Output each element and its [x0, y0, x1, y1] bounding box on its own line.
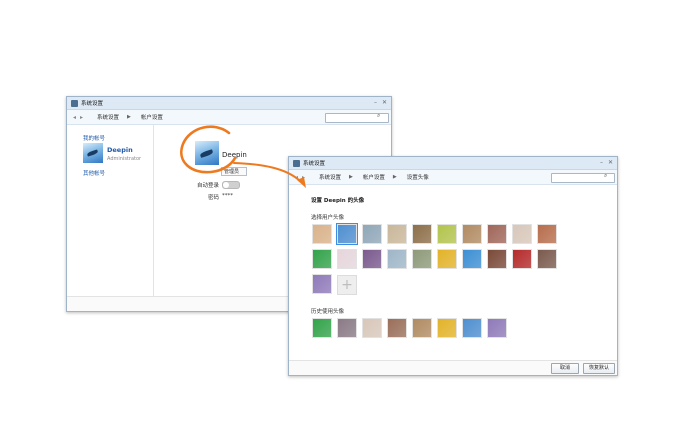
- cat-avatar[interactable]: [512, 224, 532, 244]
- history-avatar-label: 历史使用头像: [311, 309, 345, 315]
- restore-default-button[interactable]: 恢复默认: [583, 363, 615, 374]
- couple-avatar[interactable]: [387, 224, 407, 244]
- password-label: 密码: [208, 195, 220, 201]
- sidebar: 我的帐号 Deepin Administrator 其他帐号: [67, 125, 154, 297]
- close-icon[interactable]: ✕: [382, 100, 387, 106]
- search-icon[interactable]: ⌕: [604, 172, 607, 180]
- minimize-icon[interactable]: –: [374, 100, 377, 106]
- window-title: 系统设置: [81, 101, 104, 107]
- settings-window-front: 系统设置 – ✕ ◂ ▸ 系统设置 ▶ 帐户设置 ▶ 设置头像 ⌕ 设置 Dee…: [288, 156, 618, 376]
- horse-avatar[interactable]: [412, 318, 432, 338]
- account-type-select[interactable]: 管理员: [221, 167, 247, 176]
- pooh-avatar[interactable]: [437, 249, 457, 269]
- minimize-icon[interactable]: –: [600, 160, 603, 166]
- window-title: 系统设置: [303, 161, 326, 167]
- cancel-button[interactable]: 取消: [551, 363, 579, 374]
- purple-avatar[interactable]: [312, 274, 332, 294]
- back-arrow-icon[interactable]: ◂: [295, 174, 298, 181]
- forward-arrow-icon[interactable]: ▸: [80, 114, 83, 121]
- titlebar[interactable]: 系统设置 – ✕: [289, 157, 617, 170]
- main-user-name: Deepin: [222, 151, 247, 159]
- horse-avatar[interactable]: [462, 224, 482, 244]
- flowers-avatar[interactable]: [437, 224, 457, 244]
- breadcrumb-separator-icon: ▶: [392, 174, 397, 180]
- breadcrumb-item[interactable]: 系统设置: [97, 113, 119, 121]
- girl-avatar[interactable]: [387, 318, 407, 338]
- bird-avatar[interactable]: [336, 223, 358, 245]
- add-avatar-button[interactable]: +: [337, 275, 357, 295]
- user-avatar[interactable]: [83, 143, 103, 163]
- fox-avatar[interactable]: [312, 224, 332, 244]
- breadcrumb-separator-icon: ▶: [127, 114, 131, 120]
- account-type-value: 管理员: [224, 169, 240, 175]
- app-icon: [293, 159, 300, 167]
- bridge-avatar[interactable]: [412, 224, 432, 244]
- main-user-avatar[interactable]: [195, 141, 219, 165]
- thermal-avatar[interactable]: [312, 249, 332, 269]
- sidebar-user-name: Deepin: [107, 146, 133, 154]
- search-icon[interactable]: ⌕: [377, 112, 380, 120]
- mecha-avatar[interactable]: [487, 249, 507, 269]
- breadcrumb-item[interactable]: 系统设置: [319, 173, 341, 181]
- desk-avatar[interactable]: [487, 224, 507, 244]
- forward-arrow-icon[interactable]: ▸: [302, 174, 305, 181]
- rose-avatar[interactable]: [512, 249, 532, 269]
- app-icon: [71, 99, 78, 107]
- auto-login-toggle[interactable]: [222, 181, 240, 189]
- page-heading: 设置 Deepin 的头像: [311, 198, 365, 204]
- dog-avatar[interactable]: [337, 318, 357, 338]
- breadcrumb-separator-icon: ▶: [349, 174, 353, 180]
- my-account-link[interactable]: 我的帐号: [83, 134, 105, 142]
- close-icon[interactable]: ✕: [608, 160, 613, 166]
- bird-avatar[interactable]: [462, 318, 482, 338]
- dancer-avatar[interactable]: [362, 249, 382, 269]
- pooh-avatar[interactable]: [437, 318, 457, 338]
- breadcrumb-item[interactable]: 帐户设置: [141, 113, 163, 121]
- toggle-knob: [223, 182, 229, 188]
- doraemon-avatar[interactable]: [462, 249, 482, 269]
- girl-avatar[interactable]: [537, 249, 557, 269]
- titlebar[interactable]: 系统设置 – ✕: [67, 97, 391, 110]
- cat-avatar[interactable]: [362, 318, 382, 338]
- dog-avatar[interactable]: [537, 224, 557, 244]
- back-arrow-icon[interactable]: ◂: [73, 114, 76, 121]
- swirl-avatar[interactable]: [387, 249, 407, 269]
- choose-avatar-label: 选择用户头像: [311, 215, 345, 221]
- sidebar-user-role: Administrator: [107, 156, 142, 162]
- thermal-avatar[interactable]: [312, 318, 332, 338]
- lake-avatar[interactable]: [412, 249, 432, 269]
- password-value[interactable]: ****: [222, 193, 233, 199]
- breadcrumb-item[interactable]: 设置头像: [407, 173, 429, 181]
- breadcrumb-item[interactable]: 帐户设置: [363, 173, 385, 181]
- other-accounts-link[interactable]: 其他帐号: [83, 169, 105, 177]
- auto-login-label: 自动登录: [197, 183, 220, 189]
- flower-avatar[interactable]: [337, 249, 357, 269]
- ship-avatar[interactable]: [362, 224, 382, 244]
- purple-avatar[interactable]: [487, 318, 507, 338]
